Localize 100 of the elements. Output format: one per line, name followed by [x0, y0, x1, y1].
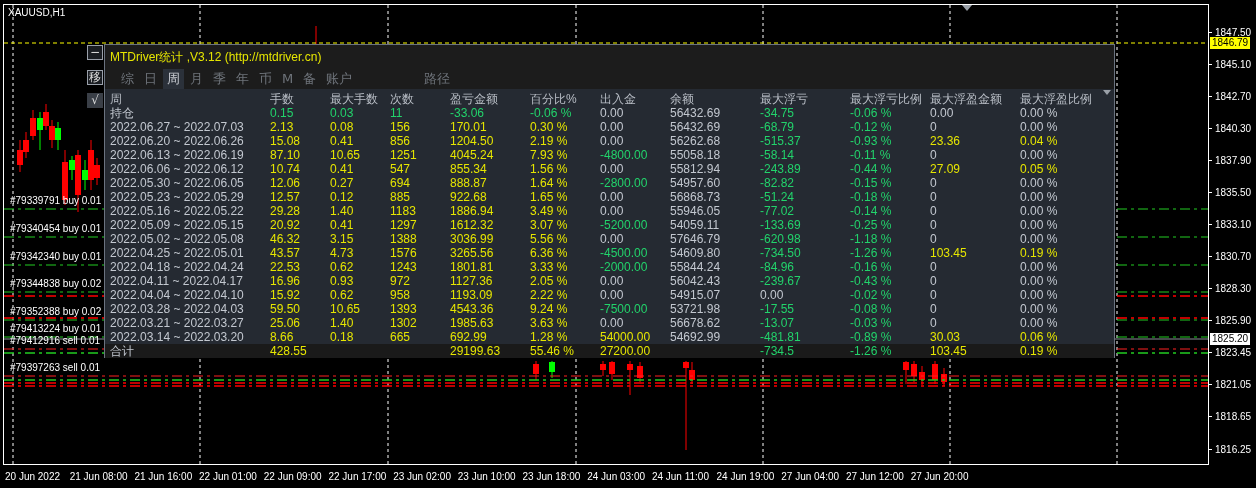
table-cell-text: 0.00 % [1020, 176, 1059, 190]
table-cell-text: -0.06 % [530, 106, 573, 120]
column-header: 最大浮盈比例 [1020, 92, 1093, 106]
table-cell-text: 5.56 % [530, 232, 569, 246]
time-label: 27 Jun 04:00 [781, 471, 841, 482]
table-cell-text: 54692.99 [670, 330, 722, 344]
table-cell-text: 2.22 % [530, 288, 569, 302]
table-cell-text: 0 [930, 274, 938, 288]
column-header: 最大浮亏比例 [850, 92, 923, 106]
table-cell-text: 0 [930, 148, 938, 162]
table-cell-text: 2.13 [270, 120, 295, 134]
tab[interactable]: 账户 [322, 69, 357, 89]
symbol-label: XAUUSD,H1 [8, 7, 66, 18]
candle [911, 360, 917, 383]
tab[interactable]: M [278, 69, 298, 89]
table-cell-text: 0.00 % [1020, 120, 1059, 134]
table-cell-text: 3.49 % [530, 204, 569, 218]
table-cell-text: -0.93 % [850, 134, 893, 148]
table-cell-text: 27.09 [930, 162, 962, 176]
table-cell-text: 0.12 [330, 190, 355, 204]
table-cell-text: 合计 [110, 344, 135, 358]
table-cell-text: 0 [930, 232, 938, 246]
table-cell-text: 0.00 [600, 316, 625, 330]
table-cell-text: 57646.79 [670, 232, 722, 246]
table-cell-text: 0.41 [330, 134, 355, 148]
table-cell-text: -0.25 % [850, 218, 893, 232]
tab[interactable]: 日 [140, 69, 161, 89]
tab[interactable]: 季 [209, 69, 230, 89]
ask-price-badge: 1846.79 [1210, 37, 1251, 49]
table-cell-text: 29199.63 [450, 344, 502, 358]
table-cell-text: -4500.00 [600, 246, 649, 260]
table-cell-text: 2022.04.18 ~ 2022.04.24 [110, 260, 245, 274]
time-label: 21 Jun 08:00 [69, 471, 129, 482]
table-cell-text: -82.82 [760, 176, 796, 190]
table-cell-text: 15.08 [270, 134, 302, 148]
table-cell-text: 56868.73 [670, 190, 722, 204]
time-label: 24 Jun 19:00 [716, 471, 776, 482]
tab[interactable]: 周 [163, 69, 184, 89]
table-cell-text: -77.02 [760, 204, 796, 218]
bid-price-badge: 1825.20 [1210, 333, 1251, 345]
order-label: #79342340 buy 0.01 [10, 251, 102, 263]
table-cell-text: 4543.36 [450, 302, 495, 316]
table-cell-text: 156 [390, 120, 412, 134]
tab[interactable]: 综 [117, 69, 138, 89]
time-label: 27 Jun 20:00 [910, 471, 970, 482]
table-cell-text: 0.00 [600, 134, 625, 148]
table-cell-text: 428.55 [270, 344, 308, 358]
table-cell-text: -17.55 [760, 302, 796, 316]
table-cell-text: 10.74 [270, 162, 302, 176]
table-cell-text: 2022.06.20 ~ 2022.06.26 [110, 134, 245, 148]
table-cell-text: 2022.05.02 ~ 2022.05.08 [110, 232, 245, 246]
table-cell-text: -5200.00 [600, 218, 649, 232]
table-cell-text: -33.06 [450, 106, 486, 120]
price-label: 1823.45 [1215, 347, 1252, 359]
price-label: 1818.65 [1215, 411, 1252, 423]
move-button[interactable]: 移 [87, 70, 103, 85]
candle [637, 361, 643, 383]
price-label: 1821.05 [1215, 379, 1252, 391]
table-cell-text: 3036.99 [450, 232, 495, 246]
column-header: 出入金 [600, 92, 637, 106]
table-cell-text: 0.15 [270, 106, 295, 120]
price-label: 1835.50 [1215, 186, 1252, 198]
table-cell-text: -239.67 [760, 274, 802, 288]
order-label: #79344838 buy 0.02 [10, 278, 102, 290]
minimize-button[interactable]: − [87, 45, 103, 60]
table-cell-text: 1886.94 [450, 204, 495, 218]
table-cell-text: 0.00 % [1020, 218, 1059, 232]
tab[interactable]: 月 [186, 69, 207, 89]
table-cell-text: 2022.03.28 ~ 2022.04.03 [110, 302, 245, 316]
candle [903, 360, 909, 385]
table-cell-text: -243.89 [760, 162, 802, 176]
chart-shift-icon[interactable] [962, 5, 972, 11]
table-cell-text: 56432.69 [670, 106, 722, 120]
table-cell-text: 56678.62 [670, 316, 722, 330]
table-cell-text: 1801.81 [450, 260, 495, 274]
table-cell-text: 55058.18 [670, 148, 722, 162]
table-cell-text: 4.73 [330, 246, 355, 260]
table-cell-text: -51.24 [760, 190, 796, 204]
check-button[interactable]: √ [87, 93, 103, 108]
table-cell-text: -0.11 % [850, 148, 892, 162]
tab[interactable]: 年 [232, 69, 253, 89]
tab[interactable]: 币 [255, 69, 276, 89]
tab[interactable]: 备 [299, 69, 321, 89]
scroll-down-icon[interactable] [1103, 90, 1111, 95]
table-cell-text: 2022.04.25 ~ 2022.05.01 [110, 246, 245, 260]
table-cell-text: -734.50 [760, 246, 802, 260]
table-cell-text: -0.08 % [850, 302, 893, 316]
time-label: 27 Jun 12:00 [845, 471, 905, 482]
table-cell-text: 46.32 [270, 232, 302, 246]
table-cell-text: -1.26 % [850, 246, 893, 260]
table-cell-text: 87.10 [270, 148, 302, 162]
time-label: 23 Jun 02:00 [393, 471, 452, 482]
table-cell-text: 0.03 [330, 106, 355, 120]
table-cell-text: 0.62 [330, 288, 355, 302]
table-cell-text: -0.12 % [850, 120, 893, 134]
column-header: 手数 [270, 92, 295, 106]
tab[interactable]: 路径 [420, 69, 455, 89]
table-cell-text: 0.04 % [1020, 134, 1059, 148]
table-cell-text: 0.62 [330, 260, 355, 274]
table-cell-text: 12.57 [270, 190, 302, 204]
